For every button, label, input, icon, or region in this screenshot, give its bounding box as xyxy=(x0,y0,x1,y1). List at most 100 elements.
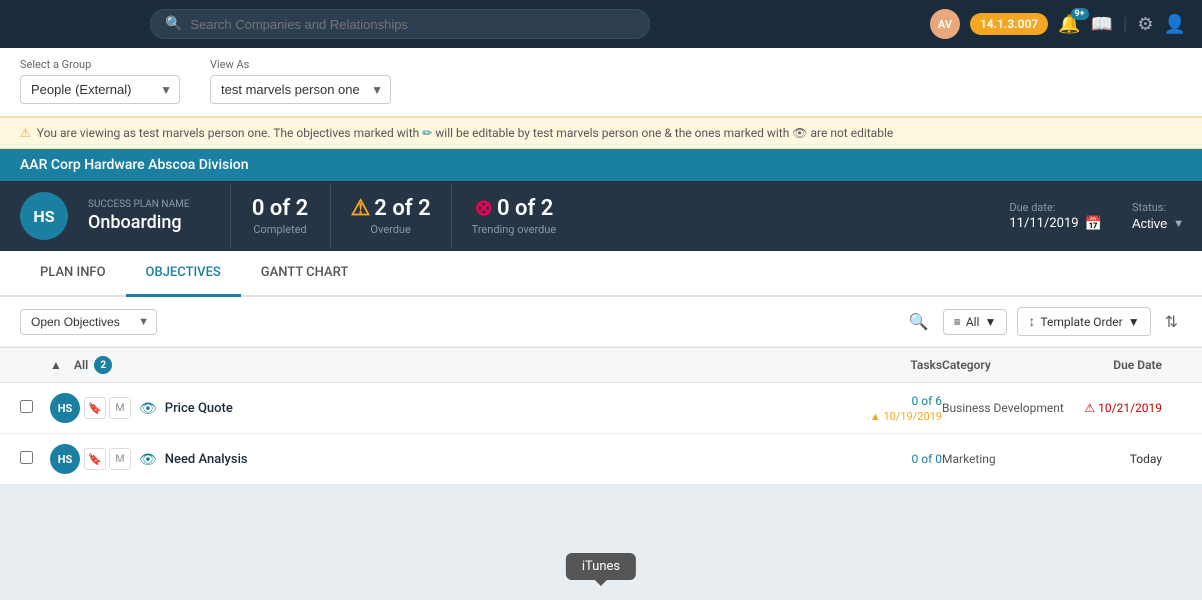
row-tasks-1: 0 of 6 ▲ 10/19/2019 xyxy=(812,394,942,423)
group-select-wrapper[interactable]: People (External) ▼ xyxy=(20,75,180,104)
book-icon[interactable]: 📖 xyxy=(1091,14,1113,35)
search-input[interactable] xyxy=(190,17,635,32)
row-checkbox-2[interactable] xyxy=(20,451,50,468)
overdue-icon: ⚠ xyxy=(1084,401,1095,415)
row-icons-2: 🔖 M xyxy=(84,448,131,470)
tab-plan-info[interactable]: PLAN INFO xyxy=(20,251,126,297)
status-wrapper[interactable]: Active ▼ xyxy=(1132,216,1182,231)
user-avatar: AV xyxy=(930,9,960,39)
warning-icon: ⚠ xyxy=(351,196,371,221)
due-date-label: Due date: xyxy=(1009,201,1102,214)
version-badge: 14.1.3.007 xyxy=(970,13,1048,35)
nav-right: AV 14.1.3.007 🔔 9+ 📖 | ⚙ 👤 xyxy=(930,9,1186,39)
warning-banner: ⚠ You are viewing as test marvels person… xyxy=(0,117,1202,149)
pencil-icon: ✏ xyxy=(422,126,435,140)
row-avatar-1: HS xyxy=(50,393,80,423)
view-as-select[interactable]: test marvels person one xyxy=(210,75,391,104)
status-label: Status: xyxy=(1132,201,1182,214)
due-date-today: Today xyxy=(1130,452,1162,466)
plan-name-label: SUCCESS PLAN NAME xyxy=(88,199,190,210)
itunes-tooltip: iTunes xyxy=(566,553,636,580)
row-name-1[interactable]: Price Quote xyxy=(165,401,812,416)
tasks-overdue-1: ▲ 10/19/2019 xyxy=(812,410,942,423)
filter-all-button[interactable]: ≡ All ▼ xyxy=(943,309,1008,335)
trending-label: Trending overdue xyxy=(472,223,557,236)
trending-count: ⊗0 of 2 xyxy=(472,196,557,221)
th-duedate: Due Date xyxy=(1082,358,1182,372)
stat-trending: ⊗0 of 2 Trending overdue xyxy=(451,184,577,248)
due-date-meta: Due date: 11/11/2019 📅 xyxy=(1009,201,1102,232)
company-name: AAR Corp Hardware Abscoa Division xyxy=(20,157,249,173)
chevron-down-icon: ▼ xyxy=(984,315,996,329)
th-category: Category xyxy=(942,358,1082,372)
row-checkbox-1[interactable] xyxy=(20,400,50,417)
stat-overdue: ⚠2 of 2 Overdue xyxy=(330,184,451,248)
plan-name: Onboarding xyxy=(88,212,190,233)
view-as-select-wrapper[interactable]: test marvels person one ▼ xyxy=(210,75,391,104)
plan-header: HS SUCCESS PLAN NAME Onboarding 0 of 2 C… xyxy=(0,181,1202,251)
row-duedate-2: Today xyxy=(1082,452,1182,466)
plan-name-block: SUCCESS PLAN NAME Onboarding xyxy=(88,199,190,233)
visibility-button-1[interactable]: 👁 xyxy=(139,400,157,417)
refresh-button[interactable]: ⇅ xyxy=(1161,308,1182,336)
bookmark-button-1[interactable]: 🔖 xyxy=(84,397,106,419)
filter-icon: ≡ xyxy=(954,315,961,329)
group-selector: Select a Group People (External) ▼ xyxy=(20,58,180,104)
warning-text: You are viewing as test marvels person o… xyxy=(37,126,893,140)
due-date-overdue-1: ⚠ 10/21/2019 xyxy=(1082,401,1162,415)
view-as-label: View As xyxy=(210,58,391,71)
notification-bell[interactable]: 🔔 9+ xyxy=(1058,14,1080,35)
tasks-link-1[interactable]: 0 of 6 xyxy=(912,394,942,408)
eye-icon: 👁 xyxy=(792,126,810,140)
tasks-link-2[interactable]: 0 of 0 xyxy=(912,452,942,466)
top-navigation: 🔍 AV 14.1.3.007 🔔 9+ 📖 | ⚙ 👤 xyxy=(0,0,1202,48)
objectives-table: ▲ All 2 Tasks Category Due Date HS 🔖 M 👁… xyxy=(0,347,1202,485)
all-count: 2 xyxy=(94,356,112,374)
m-button-1[interactable]: M xyxy=(109,397,131,419)
status-select[interactable]: Active xyxy=(1132,216,1182,231)
search-button[interactable]: 🔍 xyxy=(905,308,933,336)
th-tasks: Tasks xyxy=(812,358,942,372)
group-label: Select a Group xyxy=(20,58,180,71)
due-date-value: 11/11/2019 📅 xyxy=(1009,216,1102,232)
row-category-1: Business Development xyxy=(942,401,1082,415)
status-meta: Status: Active ▼ xyxy=(1132,201,1182,231)
user-icon[interactable]: 👤 xyxy=(1164,14,1186,35)
th-expand: ▲ xyxy=(50,358,74,372)
group-select[interactable]: People (External) xyxy=(20,75,180,104)
overdue-label: Overdue xyxy=(351,223,431,236)
view-as-selector: View As test marvels person one ▼ xyxy=(210,58,391,104)
objectives-toolbar: Open Objectives All Objectives Closed Ob… xyxy=(0,297,1202,347)
chevron-down-icon: ▼ xyxy=(1128,315,1140,329)
settings-icon[interactable]: ⚙ xyxy=(1137,14,1153,35)
tab-gantt-chart[interactable]: GANTT CHART xyxy=(241,251,369,297)
visibility-button-2[interactable]: 👁 xyxy=(139,451,157,468)
plan-meta: Due date: 11/11/2019 📅 Status: Active ▼ xyxy=(1009,201,1182,232)
row-name-2[interactable]: Need Analysis xyxy=(165,452,812,467)
tab-objectives[interactable]: OBJECTIVES xyxy=(126,251,241,297)
completed-count: 0 of 2 xyxy=(251,196,310,221)
row-icons-1: 🔖 M xyxy=(84,397,131,419)
objectives-filter-wrapper[interactable]: Open Objectives All Objectives Closed Ob… xyxy=(20,309,157,335)
row-tasks-2: 0 of 0 xyxy=(812,452,942,466)
sort-icon: ↕ xyxy=(1028,313,1035,330)
plan-stats: 0 of 2 Completed ⚠2 of 2 Overdue ⊗0 of 2… xyxy=(230,184,577,248)
th-all: All 2 xyxy=(74,356,812,374)
calendar-icon[interactable]: 📅 xyxy=(1085,216,1102,232)
row-category-2: Marketing xyxy=(942,452,1082,466)
row-duedate-1: ⚠ 10/21/2019 xyxy=(1082,401,1182,415)
m-button-2[interactable]: M xyxy=(109,448,131,470)
controls-bar: Select a Group People (External) ▼ View … xyxy=(0,48,1202,117)
bookmark-button-2[interactable]: 🔖 xyxy=(84,448,106,470)
notification-count: 9+ xyxy=(1071,8,1089,20)
search-icon: 🔍 xyxy=(165,16,182,32)
completed-label: Completed xyxy=(251,223,310,236)
stat-completed: 0 of 2 Completed xyxy=(230,184,330,248)
plan-avatar: HS xyxy=(20,192,68,240)
objectives-filter-select[interactable]: Open Objectives All Objectives Closed Ob… xyxy=(20,309,157,335)
overdue-count: ⚠2 of 2 xyxy=(351,196,431,221)
sort-button[interactable]: ↕ Template Order ▼ xyxy=(1017,307,1150,336)
tabs-bar: PLAN INFO OBJECTIVES GANTT CHART xyxy=(0,251,1202,297)
trending-icon: ⊗ xyxy=(475,196,493,221)
search-bar[interactable]: 🔍 xyxy=(150,9,650,39)
